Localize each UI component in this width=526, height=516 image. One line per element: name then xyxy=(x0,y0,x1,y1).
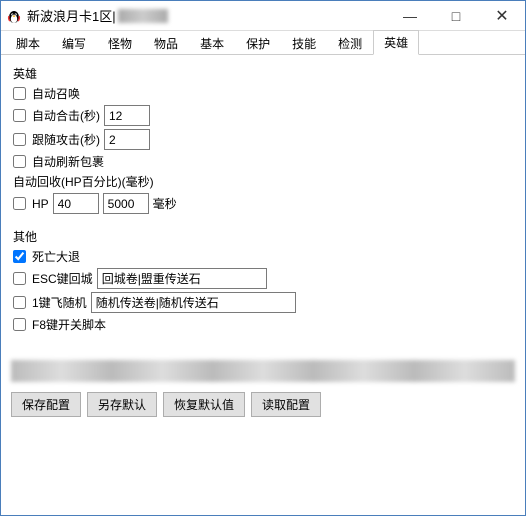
esc-return-checkbox[interactable] xyxy=(13,272,26,285)
window-title: 新波浪月卡1区| xyxy=(27,6,116,25)
auto-combine-input[interactable] xyxy=(104,105,150,126)
tab-detect[interactable]: 检测 xyxy=(327,31,373,55)
auto-summon-label: 自动召唤 xyxy=(32,85,80,102)
other-group-label: 其他 xyxy=(13,228,513,245)
maximize-button[interactable]: □ xyxy=(433,1,479,31)
one-fly-checkbox[interactable] xyxy=(13,296,26,309)
hero-group-label: 英雄 xyxy=(13,65,513,82)
auto-recover-label: 自动回收(HP百分比)(毫秒) xyxy=(13,173,154,190)
load-button[interactable]: 读取配置 xyxy=(251,392,321,417)
hp-unit-label: 毫秒 xyxy=(153,195,177,212)
death-exit-checkbox[interactable] xyxy=(13,250,26,263)
minimize-button[interactable]: — xyxy=(387,1,433,31)
hp-ms-input[interactable] xyxy=(103,193,149,214)
status-obscured xyxy=(11,360,515,382)
auto-combine-label: 自动合击(秒) xyxy=(32,107,100,124)
save-button[interactable]: 保存配置 xyxy=(11,392,81,417)
tab-bar: 脚本 编写 怪物 物品 基本 保护 技能 检测 英雄 xyxy=(1,31,525,55)
auto-summon-checkbox[interactable] xyxy=(13,87,26,100)
death-exit-label: 死亡大退 xyxy=(32,248,80,265)
close-button[interactable]: ✕ xyxy=(479,1,525,31)
restore-default-button[interactable]: 恢复默认值 xyxy=(163,392,245,417)
tab-monster[interactable]: 怪物 xyxy=(97,31,143,55)
tab-compose[interactable]: 编写 xyxy=(51,31,97,55)
tab-basic[interactable]: 基本 xyxy=(189,31,235,55)
auto-combine-checkbox[interactable] xyxy=(13,109,26,122)
one-fly-input[interactable] xyxy=(91,292,296,313)
esc-return-input[interactable] xyxy=(97,268,267,289)
auto-refresh-bag-label: 自动刷新包裹 xyxy=(32,153,104,170)
hp-label: HP xyxy=(32,197,49,211)
app-icon xyxy=(5,7,23,25)
tab-skill[interactable]: 技能 xyxy=(281,31,327,55)
auto-refresh-bag-checkbox[interactable] xyxy=(13,155,26,168)
follow-attack-input[interactable] xyxy=(104,129,150,150)
esc-return-label: ESC键回城 xyxy=(32,270,93,287)
title-obscured xyxy=(118,9,168,23)
hp-pct-input[interactable] xyxy=(53,193,99,214)
tab-hero[interactable]: 英雄 xyxy=(373,30,419,55)
f8-toggle-label: F8键开关脚本 xyxy=(32,316,106,333)
one-fly-label: 1键飞随机 xyxy=(32,294,87,311)
tab-item[interactable]: 物品 xyxy=(143,31,189,55)
tab-protect[interactable]: 保护 xyxy=(235,31,281,55)
save-default-button[interactable]: 另存默认 xyxy=(87,392,157,417)
follow-attack-checkbox[interactable] xyxy=(13,133,26,146)
hp-checkbox[interactable] xyxy=(13,197,26,210)
button-row: 保存配置 另存默认 恢复默认值 读取配置 xyxy=(1,390,525,419)
tab-script[interactable]: 脚本 xyxy=(5,31,51,55)
f8-toggle-checkbox[interactable] xyxy=(13,318,26,331)
follow-attack-label: 跟随攻击(秒) xyxy=(32,131,100,148)
auto-recover-heading: 自动回收(HP百分比)(毫秒) xyxy=(13,173,513,190)
titlebar: 新波浪月卡1区| — □ ✕ xyxy=(1,1,525,31)
content-panel: 英雄 自动召唤 自动合击(秒) 跟随攻击(秒) 自动刷新包裹 自动回收(HP百分… xyxy=(1,55,525,342)
